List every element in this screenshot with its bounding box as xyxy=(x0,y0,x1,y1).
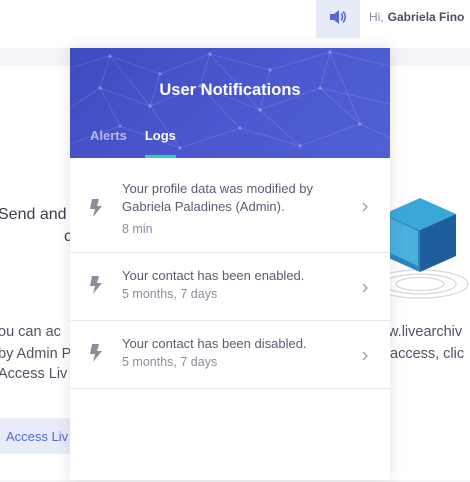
notifications-toggle-button[interactable] xyxy=(316,0,360,38)
notification-message: Your contact has been enabled. xyxy=(122,268,305,283)
bolt-icon xyxy=(89,343,103,368)
top-header: Hi, Gabriela Fino xyxy=(0,0,470,48)
notification-message-line-2: Gabriela Paladines (Admin). xyxy=(122,199,285,214)
speaker-icon xyxy=(328,8,348,31)
user-name: Gabriela Fino xyxy=(387,10,465,24)
notifications-dropdown: User Notifications Alerts Logs Your prof… xyxy=(70,48,390,480)
greeting-hi: Hi, xyxy=(369,10,384,24)
notification-message: Your profile data was modified by Gabrie… xyxy=(122,180,362,216)
card-paragraph-right-2: access, clic xyxy=(390,346,465,362)
access-button[interactable]: Access Liv xyxy=(0,418,80,454)
notification-time: 5 months, 7 days xyxy=(122,355,218,369)
chevron-right-icon xyxy=(361,281,369,299)
notification-message: Your contact has been disabled. xyxy=(122,336,307,351)
card-title-fragment: Send and xyxy=(0,206,67,223)
card-paragraph-left-2: by Admin P xyxy=(0,346,72,362)
card-paragraph-right-1: w.livearchiv xyxy=(388,324,463,340)
notification-time: 8 min xyxy=(122,222,153,236)
user-greeting[interactable]: Hi, Gabriela Fino xyxy=(369,10,464,24)
bolt-icon xyxy=(89,275,103,300)
card-paragraph-left-1: ou can ac xyxy=(0,324,61,340)
cube-illustration xyxy=(371,194,470,311)
notifications-header: User Notifications Alerts Logs xyxy=(70,48,390,158)
bolt-icon xyxy=(89,198,103,223)
chevron-right-icon xyxy=(361,349,369,367)
notification-time: 5 months, 7 days xyxy=(122,287,218,301)
chevron-right-icon xyxy=(361,200,369,218)
tab-alerts[interactable]: Alerts xyxy=(90,128,127,158)
notification-item[interactable]: Your contact has been disabled. 5 months… xyxy=(70,321,390,389)
notification-item[interactable]: Your contact has been enabled. 5 months,… xyxy=(70,253,390,321)
notification-message-line-1: Your profile data was modified by xyxy=(122,181,314,196)
tab-logs[interactable]: Logs xyxy=(144,128,176,158)
notifications-title: User Notifications xyxy=(159,81,301,99)
notification-item[interactable]: Your profile data was modified by Gabrie… xyxy=(70,158,390,253)
card-paragraph-left-3: Access Liv xyxy=(0,366,68,382)
notification-tabs: Alerts Logs xyxy=(90,128,194,158)
